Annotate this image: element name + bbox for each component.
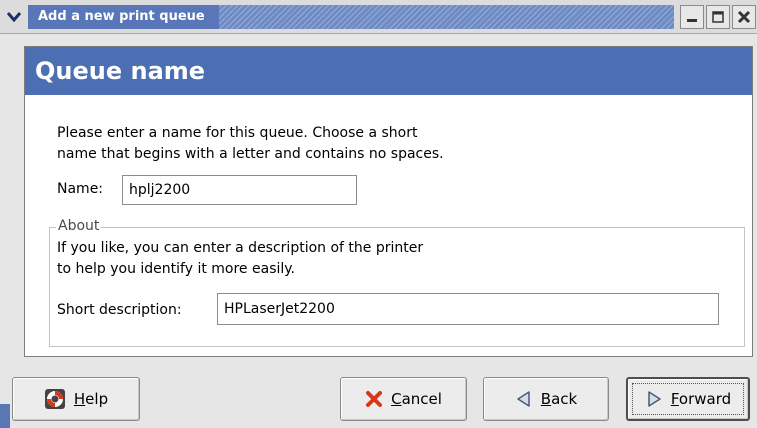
forward-arrow-icon bbox=[648, 391, 661, 407]
back-button-label: Back bbox=[540, 390, 578, 408]
maximize-icon bbox=[712, 11, 724, 23]
chevron-down-icon bbox=[6, 12, 22, 23]
about-line-1: If you like, you can enter a description… bbox=[57, 240, 424, 256]
forward-button-label: Forward bbox=[670, 390, 732, 408]
minimize-icon bbox=[687, 19, 697, 22]
name-label: Name: bbox=[57, 181, 104, 197]
lifebuoy-icon bbox=[44, 389, 65, 409]
dialog-panel: Queue name Please enter a name for this … bbox=[24, 46, 753, 357]
maximize-button[interactable] bbox=[706, 5, 730, 29]
instructions: Please enter a name for this queue. Choo… bbox=[57, 123, 444, 165]
short-description-label: Short description: bbox=[57, 302, 182, 318]
back-arrow-icon bbox=[517, 391, 530, 407]
back-button[interactable]: Back bbox=[483, 377, 609, 421]
about-group: About If you like, you can enter a descr… bbox=[49, 218, 745, 347]
short-description-input[interactable]: HPLaserJet2200 bbox=[217, 293, 719, 325]
help-button-label: Help bbox=[73, 390, 109, 408]
about-description: If you like, you can enter a description… bbox=[57, 238, 423, 280]
window-menu-button[interactable] bbox=[2, 5, 26, 29]
background-edge bbox=[0, 404, 10, 428]
about-legend: About bbox=[56, 218, 102, 234]
forward-button[interactable]: Forward bbox=[626, 377, 750, 421]
minimize-button[interactable] bbox=[680, 5, 704, 29]
page-title: Queue name bbox=[35, 57, 206, 85]
page-header: Queue name bbox=[25, 47, 752, 95]
window-title: Add a new print queue bbox=[28, 5, 219, 29]
name-input[interactable]: hplj2200 bbox=[122, 175, 357, 205]
instructions-line-1: Please enter a name for this queue. Choo… bbox=[57, 125, 418, 141]
titlebar-stripes: Add a new print queue bbox=[28, 5, 674, 29]
help-button[interactable]: Help bbox=[12, 377, 140, 421]
cancel-x-icon bbox=[366, 391, 383, 407]
window-titlebar[interactable]: Add a new print queue bbox=[0, 0, 757, 34]
instructions-line-2: name that begins with a letter and conta… bbox=[57, 146, 444, 162]
cancel-button-label: Cancel bbox=[391, 390, 442, 408]
close-icon bbox=[737, 10, 751, 24]
close-button[interactable] bbox=[732, 5, 756, 29]
about-line-2: to help you identify it more easily. bbox=[57, 261, 295, 277]
cancel-button[interactable]: Cancel bbox=[340, 377, 467, 421]
